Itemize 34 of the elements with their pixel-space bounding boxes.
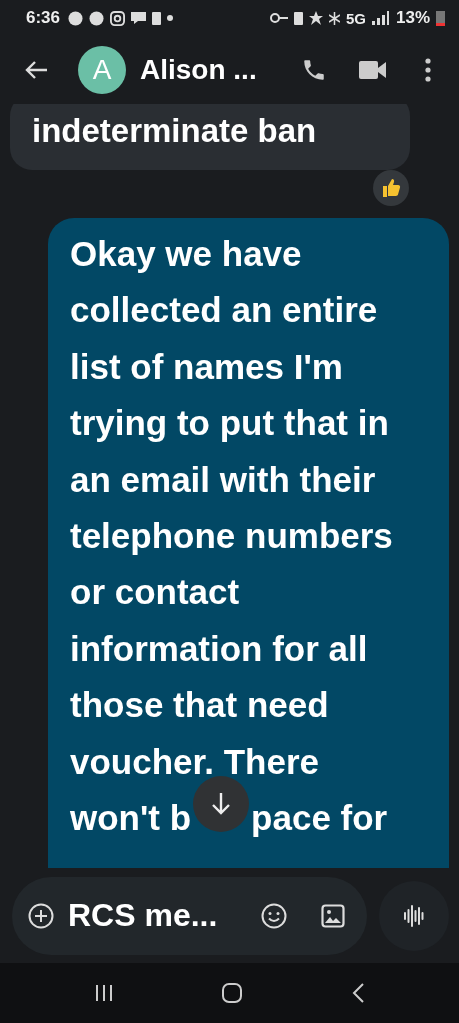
more-options-icon[interactable]	[425, 58, 431, 82]
message-text: indeterminate ban	[32, 112, 318, 150]
star-icon	[308, 11, 323, 25]
chat-icon	[131, 11, 147, 25]
message-input-field[interactable]: RCS me...	[12, 876, 367, 955]
messenger-icon	[89, 10, 105, 26]
battery-percent: 13%	[395, 8, 430, 28]
dot-icon	[167, 15, 174, 21]
back-icon[interactable]	[351, 982, 366, 1004]
message-text: pace for	[251, 797, 388, 840]
image-icon[interactable]	[321, 903, 345, 928]
key-icon	[269, 13, 288, 23]
message-text: won't b	[70, 797, 192, 840]
signal-icon	[371, 11, 390, 25]
message-placeholder: RCS me...	[68, 897, 218, 934]
scroll-down-button[interactable]	[193, 776, 250, 833]
network-label: 5G	[345, 9, 366, 27]
thumbs-up-reaction-icon[interactable]	[373, 170, 409, 206]
battery-icon	[436, 10, 445, 26]
contact-name[interactable]: Alison ...	[140, 54, 257, 86]
messenger-icon	[68, 10, 84, 26]
battery-alert-icon	[152, 11, 162, 25]
back-arrow-icon[interactable]	[24, 60, 48, 80]
recent-apps-icon[interactable]	[93, 983, 114, 1003]
phone-icon[interactable]	[301, 57, 327, 83]
emoji-icon[interactable]	[261, 902, 287, 929]
add-icon[interactable]	[28, 902, 54, 929]
video-camera-icon[interactable]	[359, 59, 387, 81]
bluetooth-icon	[328, 11, 340, 25]
home-icon[interactable]	[221, 982, 244, 1004]
status-time: 6:36	[26, 8, 61, 28]
camera-icon	[110, 10, 126, 26]
voice-message-button[interactable]	[379, 880, 449, 951]
sim-card-icon	[293, 11, 303, 25]
